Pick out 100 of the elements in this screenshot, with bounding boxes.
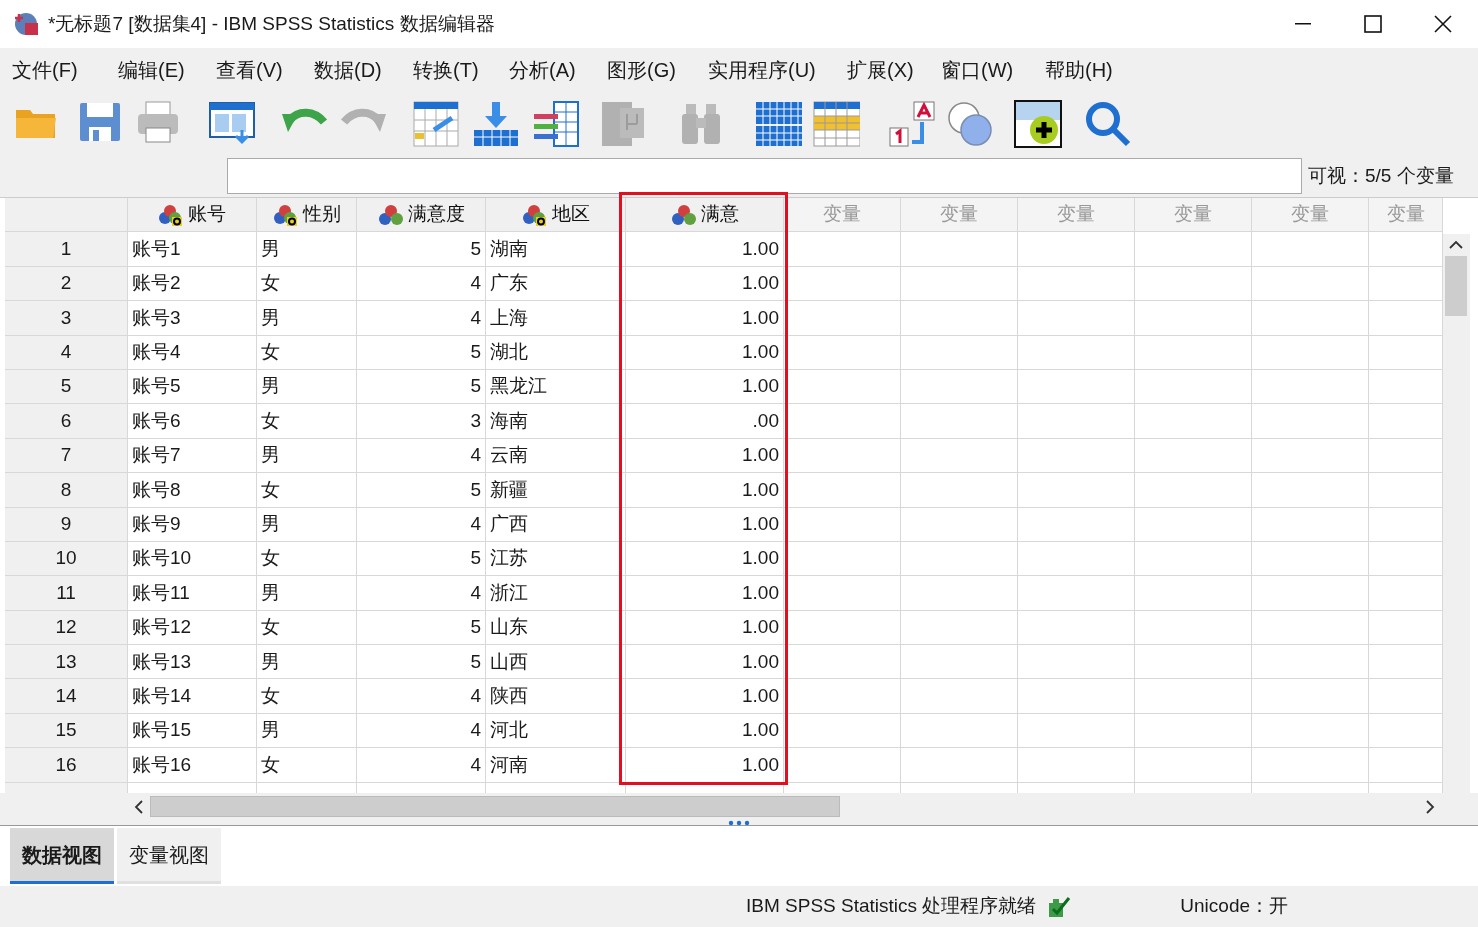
table-cell: 1.00	[626, 473, 784, 508]
table-cell: 3	[357, 404, 486, 439]
row-number[interactable]: 13	[5, 645, 128, 680]
table-cell: 5	[357, 541, 486, 577]
table-cell: 广东	[486, 266, 626, 302]
overlapping-circles-icon[interactable]	[946, 99, 994, 148]
split-table-icon[interactable]	[754, 99, 802, 148]
view-tab[interactable]: 变量视图	[117, 828, 221, 884]
table-cell: 账号2	[128, 266, 257, 302]
table-cell: 5	[357, 473, 486, 508]
row-number[interactable]: 6	[5, 404, 128, 439]
row-number[interactable]: 1	[5, 232, 128, 267]
table-cell: 4	[357, 679, 486, 714]
table-cell: 1.00	[626, 576, 784, 611]
table-cell: 账号5	[128, 369, 257, 405]
table-cell: 账号6	[128, 404, 257, 439]
table-cell: 账号16	[128, 748, 257, 783]
table-cell: 1.00	[626, 679, 784, 714]
ordinal-variable-icon	[377, 203, 404, 226]
table-cell: 1.00	[626, 645, 784, 680]
menu-item[interactable]: 窗口(W)	[933, 55, 1037, 85]
table-cell: 男	[257, 507, 357, 542]
row-number[interactable]: 7	[5, 438, 128, 474]
menu-item[interactable]: 扩展(X)	[839, 55, 933, 85]
scroll-thumb[interactable]	[1445, 256, 1467, 316]
menu-item[interactable]: 实用程序(U)	[700, 55, 839, 85]
table-cell: 女	[257, 473, 357, 508]
table-cell: 男	[257, 645, 357, 680]
row-number[interactable]: 15	[5, 713, 128, 749]
table-cell: 湖南	[486, 232, 626, 267]
row-number[interactable]: 11	[5, 576, 128, 611]
table-cell: 账号4	[128, 335, 257, 370]
table-cell: 男	[257, 713, 357, 749]
vertical-scrollbar[interactable]	[1443, 234, 1470, 794]
row-number[interactable]: 12	[5, 610, 128, 646]
row-number[interactable]: 3	[5, 301, 128, 336]
row-number[interactable]: 16	[5, 748, 128, 783]
table-cell: 4	[357, 507, 486, 542]
table-cell: 1.00	[626, 266, 784, 302]
scroll-thumb[interactable]	[150, 796, 840, 817]
row-number[interactable]: 5	[5, 369, 128, 405]
row-number[interactable]: 9	[5, 507, 128, 542]
table-cell: 男	[257, 438, 357, 474]
table-cell: 1.00	[626, 438, 784, 474]
row-number[interactable]: 10	[5, 541, 128, 577]
table-cell: 账号13	[128, 645, 257, 680]
row-number[interactable]: 14	[5, 679, 128, 714]
menu-item[interactable]: 编辑(E)	[110, 55, 208, 85]
table-cell: 男	[257, 301, 357, 336]
close-icon[interactable]	[1434, 15, 1452, 33]
variables-icon[interactable]	[532, 99, 580, 148]
cell-editor-field[interactable]	[227, 158, 1302, 194]
table-cell: 黑龙江	[486, 369, 626, 405]
table-cell: 男	[257, 369, 357, 405]
table-cell: 账号1	[128, 232, 257, 267]
table-cell: 账号15	[128, 713, 257, 749]
row-number[interactable]: 8	[5, 473, 128, 508]
maximize-icon[interactable]	[1364, 15, 1382, 33]
table-cell: 女	[257, 404, 357, 439]
filter-table-icon[interactable]	[812, 99, 860, 148]
unicode-status: Unicode：开	[1180, 894, 1289, 919]
scroll-right-icon[interactable]	[1426, 800, 1435, 814]
scroll-up-icon[interactable]	[1449, 240, 1463, 249]
insert-row-icon[interactable]	[472, 99, 520, 148]
table-cell: 女	[257, 541, 357, 577]
menu-item[interactable]: 图形(G)	[599, 55, 700, 85]
table-cell: 4	[357, 748, 486, 783]
row-number[interactable]: 2	[5, 266, 128, 302]
nominal-variable-icon	[158, 203, 184, 226]
table-cell: 女	[257, 335, 357, 370]
splitter-handle-icon[interactable]	[728, 820, 750, 826]
menu-item[interactable]: 分析(A)	[501, 55, 599, 85]
add-icon[interactable]	[1014, 99, 1062, 148]
table-cell: .00	[626, 404, 784, 439]
value-labels-icon[interactable]	[888, 99, 936, 148]
scroll-left-icon[interactable]	[134, 800, 143, 814]
search-icon[interactable]	[1084, 99, 1132, 148]
view-tab[interactable]: 数据视图	[10, 828, 114, 884]
menu-item[interactable]: 查看(V)	[208, 55, 306, 85]
row-number[interactable]: 4	[5, 335, 128, 370]
menu-item[interactable]: 文件(F)	[4, 55, 110, 85]
table-cell: 5	[357, 645, 486, 680]
minimize-icon[interactable]	[1295, 23, 1311, 25]
table-cell: 1.00	[626, 713, 784, 749]
table-cell: 1.00	[626, 610, 784, 646]
table-cell: 4	[357, 713, 486, 749]
menu-item[interactable]: 帮助(H)	[1037, 55, 1127, 85]
table-cell: 账号11	[128, 576, 257, 611]
table-cell: 5	[357, 610, 486, 646]
table-cell: 1.00	[626, 335, 784, 370]
table-cell: 陕西	[486, 679, 626, 714]
table-cell: 山东	[486, 610, 626, 646]
table-arrow-icon[interactable]	[412, 99, 460, 148]
menu-item[interactable]: 数据(D)	[306, 55, 405, 85]
table-cell: 湖北	[486, 335, 626, 370]
table-cell: 上海	[486, 301, 626, 336]
table-cell: 账号8	[128, 473, 257, 508]
table-cell: 1.00	[626, 369, 784, 405]
table-cell: 1.00	[626, 232, 784, 267]
menu-item[interactable]: 转换(T)	[405, 55, 501, 85]
